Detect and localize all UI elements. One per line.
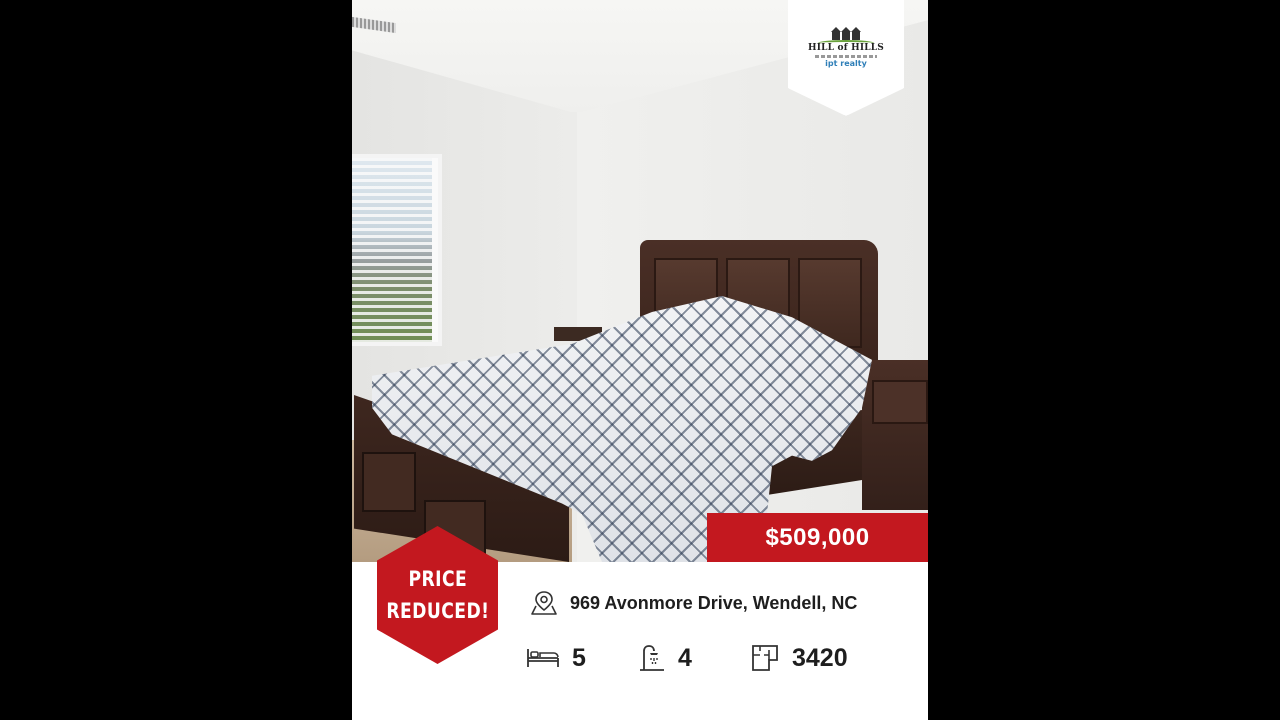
price-value: $509,000 (765, 523, 870, 551)
window (352, 154, 442, 346)
shower-icon (636, 643, 666, 673)
houses-icon (830, 27, 862, 40)
sqft-stat: 3420 (750, 640, 848, 676)
bed-icon (526, 646, 560, 670)
address-row: 969 Avonmore Drive, Wendell, NC (530, 588, 857, 618)
address-text: 969 Avonmore Drive, Wendell, NC (570, 592, 858, 613)
price-banner: $509,000 (707, 513, 928, 562)
bed-drawer (362, 452, 416, 512)
logo-brokerage: ipt realty (825, 59, 867, 68)
logo-name: HILL of HILLS (808, 43, 884, 53)
floorplan-icon (750, 643, 780, 673)
baths-stat: 4 (636, 640, 692, 676)
nightstand-right (862, 360, 928, 510)
sqft-value: 3420 (792, 643, 848, 672)
baths-count: 4 (678, 643, 692, 672)
logo-tagline-rule (815, 55, 877, 58)
map-pin-icon (530, 590, 558, 616)
badge-line-2: REDUCED! (385, 599, 490, 623)
window-blinds (352, 158, 432, 342)
badge-line-1: PRICE (408, 567, 467, 591)
beds-stat: 5 (526, 640, 586, 676)
listing-card: HILL of HILLS ipt realty $509,000 PRICE … (352, 0, 928, 720)
beds-count: 5 (572, 643, 586, 672)
